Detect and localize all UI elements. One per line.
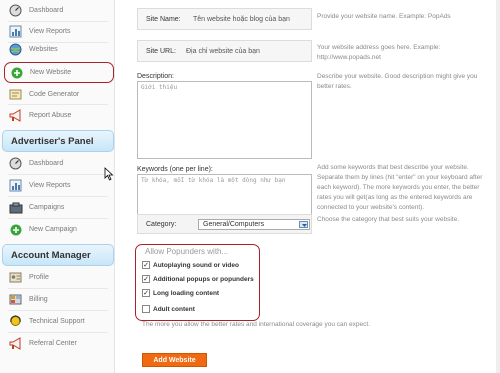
category-help: Choose the category that best suits your… (317, 216, 459, 223)
description-help: Describe your website. Good description … (317, 73, 478, 90)
nav-referral-center[interactable]: Referral Center (4, 333, 114, 354)
site-url-input[interactable]: Địa chỉ website của bạn (186, 48, 260, 55)
site-url-label: Site URL: (146, 48, 176, 55)
dashboard-icon (8, 156, 23, 171)
nav-adv-campaigns[interactable]: Campaigns (4, 197, 114, 218)
nav-profile[interactable]: Profile (4, 267, 114, 288)
megaphone-icon (8, 336, 23, 351)
nav-label: View Reports (29, 182, 71, 189)
add-icon (8, 222, 23, 237)
nav-billing[interactable]: Billing (4, 289, 114, 310)
options-note: The more you allow the better rates and … (142, 321, 370, 328)
popunders-heading: Allow Popunders with... (145, 247, 229, 256)
nav-report-abuse[interactable]: Report Abuse (4, 105, 114, 126)
option-adult-content[interactable]: Adult content (142, 305, 195, 313)
add-icon (9, 65, 24, 80)
keywords-text: Từ khóa, mỗi từ khóa là một dòng như bạn (141, 177, 286, 184)
mouse-cursor-icon (104, 167, 114, 183)
nav-dashboard[interactable]: Dashboard (4, 0, 114, 21)
checkbox-unchecked-icon[interactable] (142, 305, 150, 313)
nav-label: Technical Support (29, 318, 85, 325)
description-label: Description: (137, 73, 174, 80)
globe-icon (8, 42, 23, 57)
nav-label: Referral Center (29, 340, 77, 347)
new-website-form: Site Name: Tên website hoặc blog của bạn… (132, 0, 500, 373)
report-icon (8, 178, 23, 193)
option-label: Adult content (153, 305, 195, 313)
keywords-help: Add some keywords that best describe you… (317, 164, 483, 211)
code-icon (8, 87, 23, 102)
site-url-row: Site URL: Địa chỉ website của bạn (137, 40, 312, 62)
option-label: Long loading content (153, 289, 220, 297)
nav-label: Profile (29, 274, 49, 281)
site-name-label: Site Name: (146, 16, 181, 23)
nav-label: Dashboard (29, 7, 64, 14)
site-url-help: Your website address goes here. Example:… (317, 44, 441, 61)
nav-label: Dashboard (29, 160, 64, 167)
checkbox-checked-icon[interactable]: ✓ (142, 275, 150, 283)
option-label: Autoplaying sound or video (153, 261, 239, 269)
nav-code-generator[interactable]: Code Generator (4, 84, 114, 105)
checkbox-checked-icon[interactable]: ✓ (142, 289, 150, 297)
option-autoplay[interactable]: ✓ Autoplaying sound or video (142, 261, 239, 269)
nav-label: Code Generator (29, 91, 80, 98)
nav-adv-view-reports[interactable]: View Reports (4, 175, 114, 196)
nav-label: View Reports (29, 28, 71, 35)
category-row: Category: General/Computers (137, 214, 312, 234)
nav-websites[interactable]: Websites (4, 39, 114, 60)
nav-adv-dashboard[interactable]: Dashboard (4, 153, 114, 174)
dashboard-icon (8, 3, 23, 18)
campaign-icon (8, 200, 23, 215)
option-additional-popups[interactable]: ✓ Additional popups or popunders (142, 275, 254, 283)
profile-icon (8, 270, 23, 285)
nav-label: New Campaign (29, 226, 77, 233)
category-selected-value: General/Computers (203, 221, 265, 228)
checkbox-checked-icon[interactable]: ✓ (142, 261, 150, 269)
category-select[interactable]: General/Computers (198, 219, 310, 230)
support-icon (8, 314, 23, 329)
category-label: Category: (146, 221, 177, 228)
nav-label: Report Abuse (29, 112, 72, 119)
sidebar: Dashboard View Reports Websites New Webs… (0, 0, 115, 373)
chevron-down-icon[interactable] (299, 221, 308, 228)
nav-label: Campaigns (29, 204, 65, 211)
option-long-loading[interactable]: ✓ Long loading content (142, 289, 219, 297)
description-text: Giới thiệu (141, 84, 178, 91)
billing-icon (8, 292, 23, 307)
account-manager-heading[interactable]: Account Manager (2, 244, 114, 266)
nav-label: Websites (29, 46, 58, 53)
nav-label: New Website (30, 69, 72, 76)
description-textarea[interactable]: Giới thiệu (137, 81, 312, 159)
keywords-label: Keywords (one per line): (137, 166, 213, 173)
nav-technical-support[interactable]: Technical Support (4, 311, 114, 332)
nav-adv-new-campaign[interactable]: New Campaign (4, 219, 114, 240)
report-icon (8, 24, 23, 39)
option-label: Additional popups or popunders (153, 275, 254, 283)
add-website-button[interactable]: Add Website (142, 353, 207, 367)
megaphone-icon (8, 108, 23, 123)
site-name-help: Provide your website name. Example: PopA… (317, 13, 451, 20)
advertiser-panel-heading[interactable]: Advertiser's Panel (2, 130, 114, 152)
nav-new-website[interactable]: New Website (4, 62, 114, 83)
nav-label: Billing (29, 296, 48, 303)
scrollbar[interactable] (496, 0, 500, 373)
site-name-input[interactable]: Tên website hoặc blog của bạn (193, 16, 290, 23)
site-name-row: Site Name: Tên website hoặc blog của bạn (137, 8, 312, 30)
